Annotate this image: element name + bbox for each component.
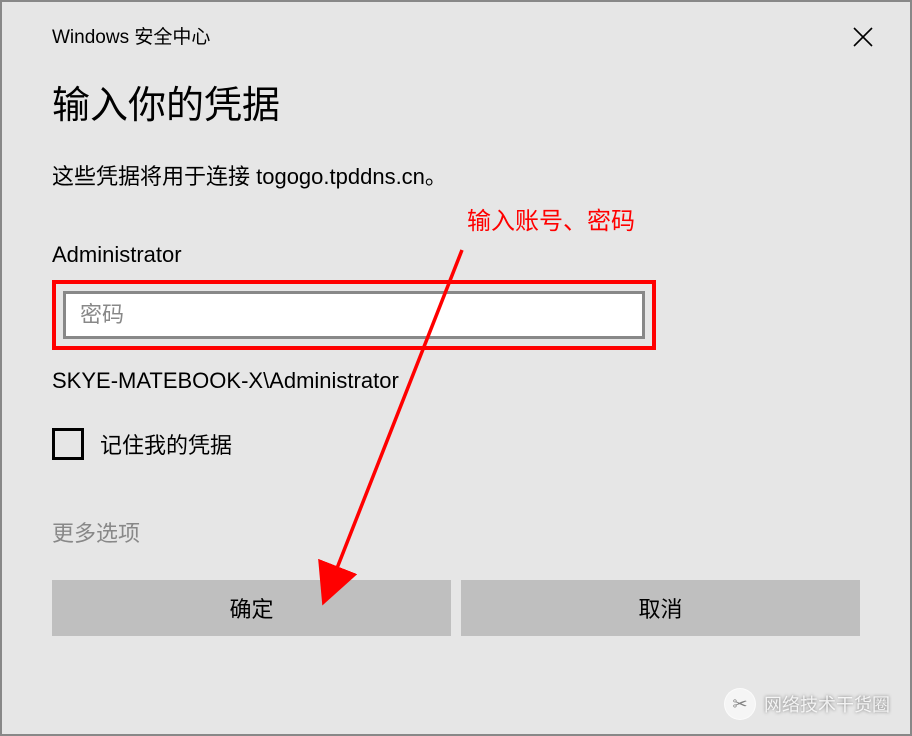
remember-checkbox[interactable] — [52, 428, 84, 460]
domain-user-label: SKYE-MATEBOOK-X\Administrator — [52, 368, 860, 394]
dialog-description: 这些凭据将用于连接 togogo.tpddns.cn。 — [52, 159, 860, 191]
dialog-heading: 输入你的凭据 — [52, 74, 860, 129]
annotation-text: 输入账号、密码 — [242, 201, 860, 236]
close-button[interactable] — [840, 22, 886, 56]
annotation-highlight-box — [52, 280, 656, 350]
password-input[interactable] — [63, 291, 645, 339]
window-title: Windows 安全中心 — [52, 22, 210, 49]
more-options-link[interactable]: 更多选项 — [52, 516, 860, 548]
ok-button[interactable]: 确定 — [52, 580, 451, 636]
username-label: Administrator — [52, 242, 860, 268]
close-icon — [852, 26, 874, 48]
watermark: ✂ 网络技术干货圈 — [724, 688, 890, 720]
watermark-text: 网络技术干货圈 — [764, 691, 890, 717]
wechat-icon: ✂ — [724, 688, 756, 720]
remember-checkbox-label: 记住我的凭据 — [100, 428, 232, 460]
cancel-button[interactable]: 取消 — [461, 580, 860, 636]
